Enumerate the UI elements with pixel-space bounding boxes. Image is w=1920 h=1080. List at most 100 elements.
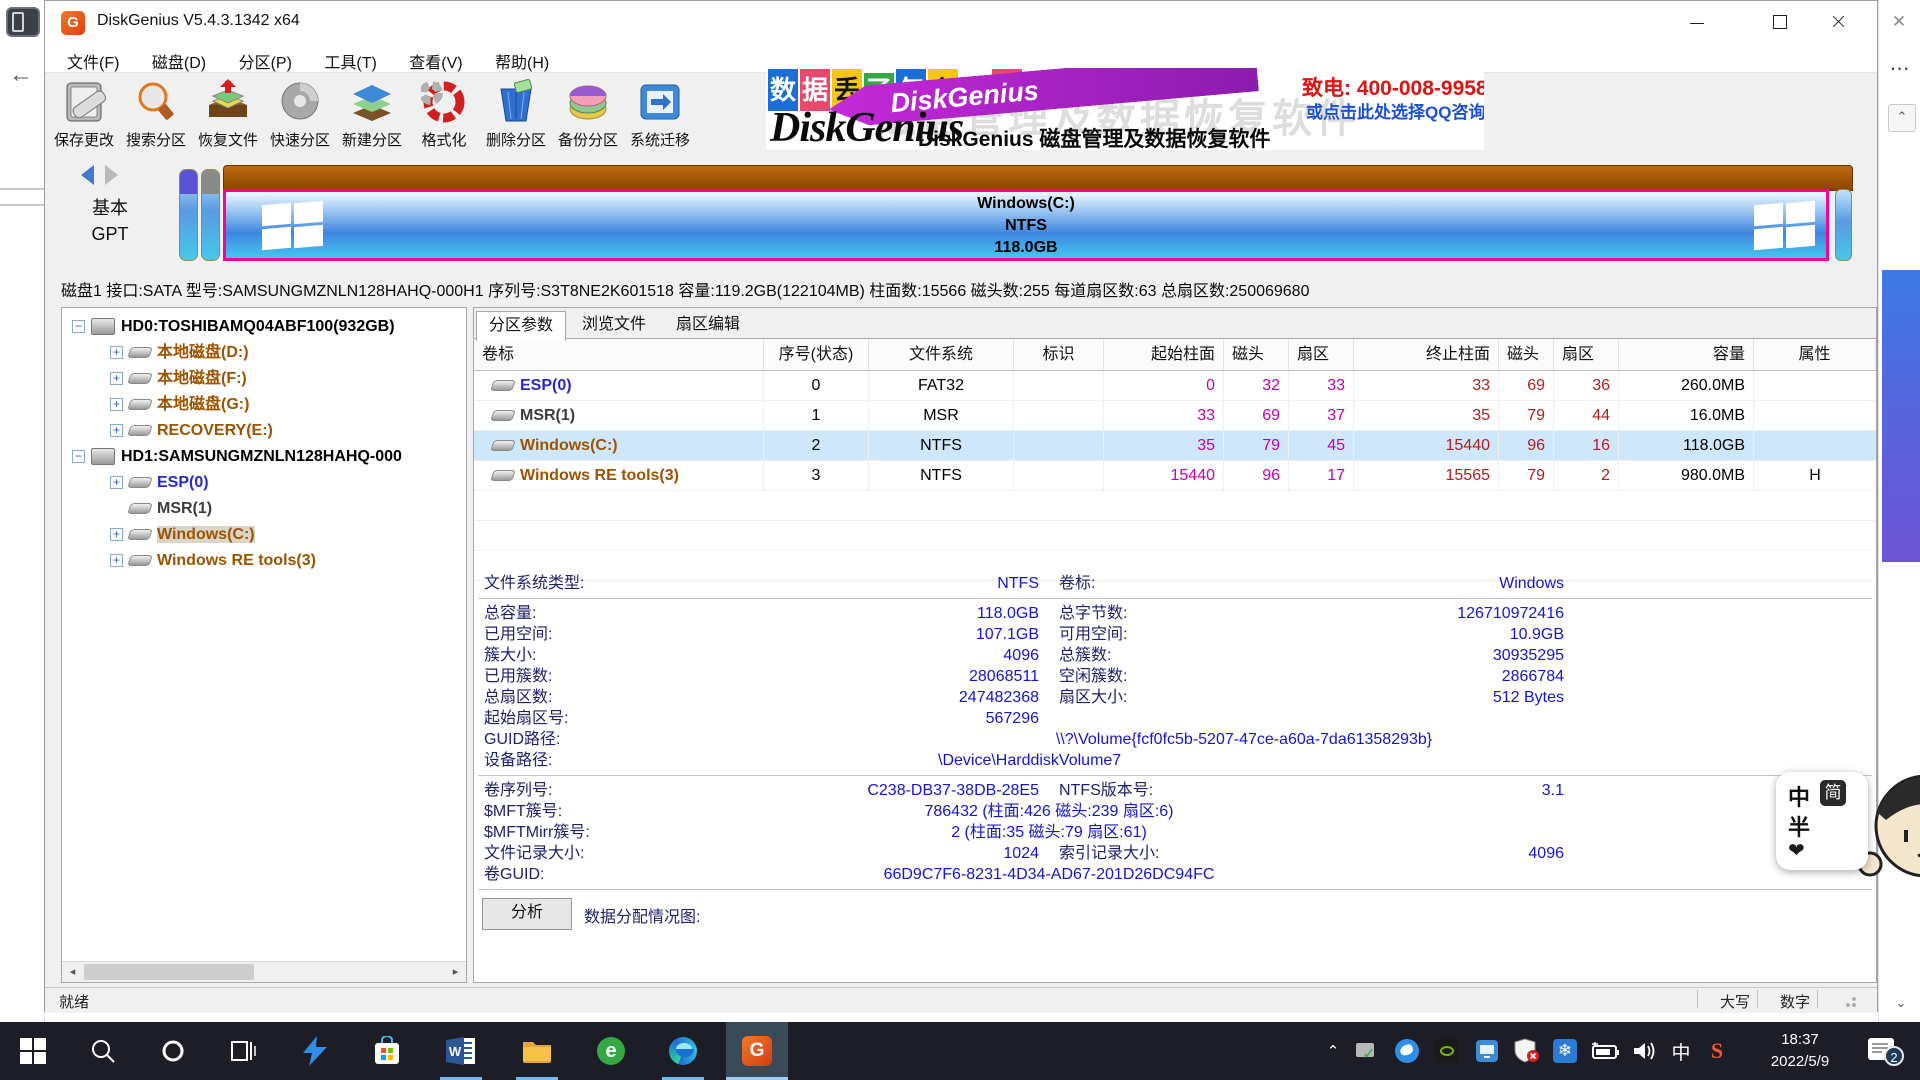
diskgenius-icon: G — [742, 1036, 772, 1066]
banner-qq-link[interactable]: 或点击此处选择QQ咨询 — [1306, 98, 1484, 123]
format-button[interactable]: 格式化 — [409, 77, 479, 153]
tray-ime-indicator[interactable]: 中 — [1666, 1036, 1696, 1066]
clock-time: 18:37 — [1750, 1029, 1850, 1051]
toolbar: 保存更改 搜索分区 恢复文件 快速分区 — [45, 73, 1877, 158]
close-button[interactable] — [1815, 1, 1861, 43]
promo-banner[interactable]: 磁盘管理及数据恢复软件 数 据 丢 了 怎 么 办 ！ DiskGenius D… — [766, 68, 1484, 150]
taskbar: W e G ⌃ ✓ — [0, 1022, 1920, 1080]
microsoft-store-button[interactable] — [356, 1022, 418, 1080]
background-close-icon[interactable]: ✕ — [1884, 8, 1914, 36]
tree-horizontal-scrollbar[interactable]: ◂ ▸ — [62, 961, 466, 982]
disc-icon — [277, 79, 323, 125]
back-arrow-icon[interactable]: ← — [8, 62, 34, 88]
table-row-msr[interactable]: MSR(1) 1MSR 33 6937 3579 4416.0MB — [474, 401, 1876, 431]
toolbar-label: 搜索分区 — [121, 129, 191, 150]
file-explorer-button[interactable] — [506, 1022, 568, 1080]
volume-details: 文件系统类型:NTFS 卷标:Windows 总容量:118.0GB总字节数:1… — [474, 573, 1876, 983]
tree-item-hd1[interactable]: −HD1:SAMSUNGMZNLN128HAHQ-000 — [62, 444, 466, 470]
minimize-button[interactable] — [1675, 1, 1721, 43]
delete-partition-button[interactable]: 删除分区 — [481, 77, 551, 153]
tray-snowflake-icon[interactable]: ❄ — [1550, 1036, 1580, 1066]
partition-segment-windows-selected[interactable]: Windows(C:) NTFS 118.0GB — [223, 189, 1829, 261]
search-button[interactable] — [72, 1022, 134, 1080]
search-icon — [90, 1038, 116, 1064]
divider — [0, 204, 44, 206]
new-partition-button[interactable]: 新建分区 — [337, 77, 407, 153]
green-browser-icon: e — [597, 1037, 625, 1065]
prev-disk-arrow[interactable] — [81, 165, 94, 185]
tray-nvidia-icon[interactable] — [1432, 1036, 1462, 1066]
backup-partition-button[interactable]: 备份分区 — [553, 77, 623, 153]
sogou-ime-widget[interactable]: 中 简 半 ❤ — [1776, 772, 1868, 870]
tray-volume-icon[interactable] — [1630, 1036, 1660, 1066]
tab-sector-editor[interactable]: 扇区编辑 — [664, 311, 752, 339]
quick-partition-button[interactable]: 快速分区 — [265, 77, 335, 153]
table-row-windows-selected[interactable]: Windows(C:) 2NTFS 35 7945 1544096 16118.… — [474, 431, 1876, 461]
partition-segment-msr[interactable] — [201, 169, 220, 261]
background-tab-icon[interactable] — [6, 7, 40, 37]
tray-battery-icon[interactable] — [1590, 1036, 1620, 1066]
start-button[interactable] — [2, 1022, 64, 1080]
partition-table: 卷标序号(状态) 文件系统标识 起始柱面磁头 扇区终止柱面 磁头扇区 容量属性 … — [474, 339, 1876, 581]
tab-partition-params[interactable]: 分区参数 — [476, 311, 566, 341]
tree-item-d[interactable]: +本地磁盘(D:) — [62, 340, 466, 366]
scroll-up-arrow[interactable]: ⌃ — [1888, 104, 1916, 132]
partition-segment-esp[interactable] — [179, 169, 198, 261]
taskbar-clock[interactable]: 18:37 2022/5/9 — [1750, 1029, 1850, 1073]
tree-item-esp[interactable]: +ESP(0) — [62, 470, 466, 496]
background-window-left-strip: ← — [0, 0, 45, 1022]
tray-expand-chevron[interactable]: ⌃ — [1318, 1036, 1348, 1066]
search-partition-button[interactable]: 搜索分区 — [121, 77, 191, 153]
migrate-icon — [637, 79, 683, 125]
caps-indicator: 大写 — [1707, 991, 1763, 1012]
tree-item-recovery[interactable]: +RECOVERY(E:) — [62, 418, 466, 444]
partition-icon — [490, 410, 516, 421]
toolbar-label: 格式化 — [409, 129, 479, 150]
tray-sogou-icon[interactable]: S — [1702, 1036, 1732, 1066]
task-view-button[interactable] — [212, 1022, 274, 1080]
scrollbar-thumb[interactable] — [84, 964, 254, 980]
table-row-esp[interactable]: ESP(0) 0FAT32 0 3233 3369 36260.0MB — [474, 371, 1876, 401]
edge-button[interactable] — [652, 1022, 714, 1080]
edge-icon — [669, 1037, 697, 1065]
partition-icon — [127, 555, 153, 566]
recover-files-button[interactable]: 恢复文件 — [193, 77, 263, 153]
tray-intel-graphics-icon[interactable] — [1472, 1036, 1502, 1066]
tray-security-shield-icon[interactable] — [1512, 1036, 1542, 1066]
notification-center-button[interactable]: 2 — [1868, 1036, 1902, 1066]
tree-item-hd0[interactable]: −HD0:TOSHIBAMQ04ABF100(932GB) — [62, 314, 466, 340]
table-row-winre[interactable]: Windows RE tools(3) 3NTFS 15440 9617 155… — [474, 461, 1876, 491]
analyze-button[interactable]: 分析 — [482, 898, 572, 930]
tree-item-winre[interactable]: +Windows RE tools(3) — [62, 548, 466, 574]
word-button[interactable]: W — [430, 1022, 492, 1080]
next-disk-arrow[interactable] — [105, 165, 118, 185]
scroll-down-arrow[interactable]: ⌄ — [1888, 994, 1914, 1014]
diskgenius-taskbar-button[interactable]: G — [726, 1022, 788, 1080]
tree-item-msr[interactable]: MSR(1) — [62, 496, 466, 522]
tree-item-windows-c[interactable]: +Windows(C:) — [62, 522, 466, 548]
tree-item-g[interactable]: +本地磁盘(G:) — [62, 392, 466, 418]
pinned-app-lightning[interactable] — [284, 1022, 346, 1080]
tab-browse-files[interactable]: 浏览文件 — [570, 311, 658, 339]
tray-bird-app-icon[interactable] — [1392, 1036, 1422, 1066]
cortana-icon — [160, 1038, 186, 1064]
ime-mode[interactable]: 中 — [1788, 780, 1810, 812]
maximize-button[interactable] — [1757, 1, 1803, 43]
resize-grip[interactable] — [1841, 993, 1857, 1007]
green-browser-button[interactable]: e — [580, 1022, 642, 1080]
save-changes-button[interactable]: 保存更改 — [49, 77, 119, 153]
scroll-right-arrow[interactable]: ▸ — [447, 964, 464, 980]
partition-segment-winre[interactable] — [1835, 189, 1852, 261]
partition-icon — [127, 477, 153, 488]
cortana-button[interactable] — [142, 1022, 204, 1080]
more-options-icon[interactable]: ⋯ — [1886, 56, 1914, 78]
ime-simplified[interactable]: 简 — [1820, 780, 1846, 806]
partition-icon — [127, 399, 153, 410]
tray-update-icon[interactable]: ✓ — [1352, 1036, 1382, 1066]
tree-item-f[interactable]: +本地磁盘(F:) — [62, 366, 466, 392]
partition-icon — [127, 529, 153, 540]
system-migration-button[interactable]: 系统迁移 — [625, 77, 695, 153]
table-empty-row — [474, 491, 1876, 521]
numlock-indicator: 数字 — [1767, 991, 1823, 1012]
scroll-left-arrow[interactable]: ◂ — [64, 964, 81, 980]
